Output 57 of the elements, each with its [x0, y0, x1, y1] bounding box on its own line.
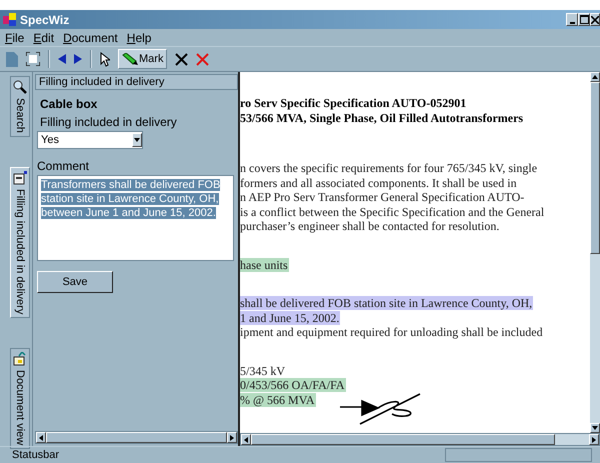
side-tab[interactable]: Document view: [10, 348, 30, 450]
section-title: Cable box: [40, 97, 98, 111]
fit-page-icon[interactable]: [26, 52, 40, 66]
caret-icon: [134, 138, 140, 142]
document-text: 0/453/566 OA/FA/FA: [240, 378, 346, 392]
document-text: 53/566 MVA, Single Phase, Oil Filled Autotransformers: [240, 110, 524, 124]
form-icon: [13, 170, 27, 185]
field-label: Comment: [37, 159, 90, 173]
document-text: is a conflict between the Specific Specification and the General: [240, 204, 546, 218]
document-text: hase units: [240, 258, 289, 272]
scroll-left-icon: [244, 436, 248, 442]
field-label: Filling included in delivery: [40, 115, 177, 129]
document-text: purchaser’s engineer shall be contacted for resolution.: [240, 219, 500, 233]
menu-item[interactable]: File: [5, 30, 24, 44]
minimize-button[interactable]: [566, 13, 578, 26]
horizontal-scrollbar[interactable]: [240, 433, 600, 446]
close-icon: [591, 16, 599, 24]
minimize-icon: [570, 22, 574, 24]
window-title: SpecWiz: [20, 12, 70, 26]
status-text: Statusbar: [12, 449, 60, 461]
app-icon: [3, 12, 17, 26]
vertical-scrollbar[interactable]: [590, 72, 600, 433]
back-arrow-icon[interactable]: [58, 54, 66, 64]
dropdown[interactable]: Yes: [37, 131, 143, 149]
marker-icon: [122, 53, 138, 65]
menu-item[interactable]: Document: [63, 30, 118, 44]
scroll-right-icon: [230, 434, 234, 440]
document-text: ipment and equipment required for unloading shall be included: [240, 325, 544, 339]
side-tab[interactable]: Filling included in delivery: [10, 166, 30, 318]
forward-arrow-icon[interactable]: [74, 54, 82, 64]
horizontal-scrollbar[interactable]: [35, 431, 238, 444]
scroll-right-icon: [592, 436, 596, 442]
mark-button[interactable]: Mark: [118, 49, 168, 69]
document-text: formers and all associated components. It shall be used in: [240, 176, 518, 190]
maximize-icon: [580, 15, 588, 24]
save-button[interactable]: Save: [37, 271, 113, 293]
document-text: n covers the specific requirements for four 765/345 kV, single: [240, 161, 538, 175]
close-button[interactable]: [590, 13, 600, 26]
document-text: % @ 566 MVA: [240, 392, 316, 406]
scroll-left-icon: [39, 434, 43, 440]
scroll-down-icon: [592, 426, 598, 430]
scroll-up-icon: [592, 75, 598, 79]
document-text: ro Serv Specific Specification AUTO-052901: [240, 96, 468, 110]
menu-item[interactable]: Edit: [33, 30, 54, 44]
menu-item[interactable]: Help: [126, 30, 152, 44]
panel-header: Filling included in delivery: [35, 74, 238, 90]
maximize-button[interactable]: [578, 13, 590, 26]
document-text: 1 and June 15, 2002.: [240, 310, 340, 324]
delete-icon[interactable]: [175, 52, 188, 66]
pointer-icon[interactable]: [100, 52, 110, 66]
document-text: n AEP Pro Serv Transformer General Specification AUTO-: [240, 190, 526, 204]
search-icon: [13, 80, 27, 94]
comment-field[interactable]: Transformers shall be delivered FOB station site in Lawrence County, OH, between June 1 and June 15, 2002.: [37, 175, 234, 261]
document-icon: [13, 352, 27, 366]
document-text: 5/345 kV: [240, 364, 286, 378]
document-text: shall be delivered FOB station site in Lawrence County, OH,: [240, 296, 534, 310]
side-tab[interactable]: Search: [10, 76, 30, 137]
